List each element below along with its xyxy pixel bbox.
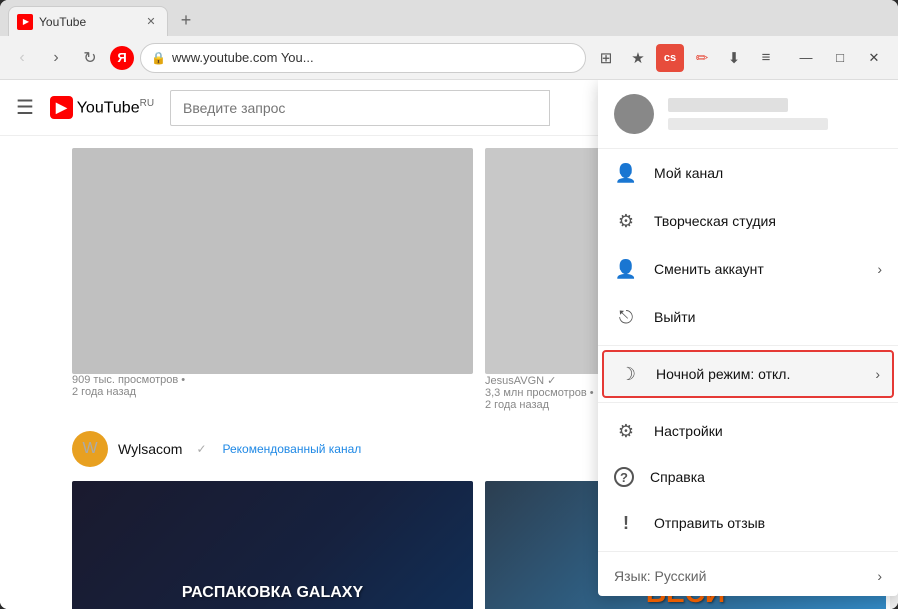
bookmark-icon[interactable]: ★ xyxy=(624,44,652,72)
language-label: Язык: Русский xyxy=(614,568,861,584)
switch-account-label: Сменить аккаунт xyxy=(654,261,861,277)
extensions-icon[interactable]: ⊞ xyxy=(592,44,620,72)
back-button[interactable]: ‹ xyxy=(8,44,36,72)
close-button[interactable]: ✕ xyxy=(858,43,890,73)
address-bar: ‹ › ↻ Я 🔒 www.youtube.com You... ⊞ ★ cs … xyxy=(0,36,898,80)
menu-icon[interactable]: ≡ xyxy=(752,44,780,72)
maximize-button[interactable]: □ xyxy=(824,43,856,73)
window-controls: — □ ✕ xyxy=(790,43,890,73)
logout-icon: ⎋ xyxy=(614,305,638,329)
refresh-button[interactable]: ↻ xyxy=(76,44,104,72)
new-tab-button[interactable]: + xyxy=(172,6,200,34)
browser-tab[interactable]: YouTube ✕ xyxy=(8,6,168,36)
my-channel-label: Мой канал xyxy=(654,165,882,181)
divider-1 xyxy=(598,345,898,346)
logout-label: Выйти xyxy=(654,309,882,325)
studio-icon: ⚙ xyxy=(614,209,638,233)
tab-bar: YouTube ✕ + xyxy=(0,0,898,36)
url-text: www.youtube.com You... xyxy=(172,50,575,65)
language-arrow: › xyxy=(877,568,882,584)
creative-studio-label: Творческая студия xyxy=(654,213,882,229)
dropdown-email xyxy=(668,118,828,130)
moon-icon: ☽ xyxy=(616,362,640,386)
settings-label: Настройки xyxy=(654,423,882,439)
pen-icon[interactable]: ✏ xyxy=(688,44,716,72)
minimize-button[interactable]: — xyxy=(790,43,822,73)
language-item[interactable]: Язык: Русский › xyxy=(598,556,898,596)
feedback-label: Отправить отзыв xyxy=(654,515,882,531)
switch-icon: 👤 xyxy=(614,257,638,281)
account-dropdown: 👤 Мой канал ⚙ Творческая студия 👤 Сменит… xyxy=(598,80,898,596)
night-mode-label: Ночной режим: откл. xyxy=(656,366,859,382)
tab-close-button[interactable]: ✕ xyxy=(143,14,159,30)
menu-item-creative-studio[interactable]: ⚙ Творческая студия xyxy=(598,197,898,245)
lastfm-icon[interactable]: cs xyxy=(656,44,684,72)
dropdown-header xyxy=(598,80,898,149)
switch-arrow: › xyxy=(877,261,882,277)
download-icon[interactable]: ⬇ xyxy=(720,44,748,72)
menu-item-settings[interactable]: ⚙ Настройки xyxy=(598,407,898,455)
browser-window: YouTube ✕ + ‹ › ↻ Я 🔒 www.youtube.com Yo… xyxy=(0,0,898,609)
url-bar[interactable]: 🔒 www.youtube.com You... xyxy=(140,43,586,73)
menu-item-feedback[interactable]: ! Отправить отзыв xyxy=(598,499,898,547)
lock-icon: 🔒 xyxy=(151,51,166,65)
menu-item-my-channel[interactable]: 👤 Мой канал xyxy=(598,149,898,197)
divider-2 xyxy=(598,402,898,403)
settings-icon: ⚙ xyxy=(614,419,638,443)
person-icon: 👤 xyxy=(614,161,638,185)
night-mode-arrow: › xyxy=(875,366,880,382)
menu-item-help[interactable]: ? Справка xyxy=(598,455,898,499)
help-icon: ? xyxy=(614,467,634,487)
forward-button[interactable]: › xyxy=(42,44,70,72)
page-content: ☰ ▶ YouTubeRU 909 тыс. прос xyxy=(0,80,898,609)
yandex-logo: Я xyxy=(110,46,134,70)
toolbar-icons: ⊞ ★ cs ✏ ⬇ ≡ xyxy=(592,44,780,72)
tab-favicon xyxy=(17,14,33,30)
dropdown-avatar xyxy=(614,94,654,134)
feedback-icon: ! xyxy=(614,511,638,535)
menu-item-night-mode[interactable]: ☽ Ночной режим: откл. › xyxy=(602,350,894,398)
menu-item-logout[interactable]: ⎋ Выйти xyxy=(598,293,898,341)
dropdown-username xyxy=(668,98,788,112)
help-label: Справка xyxy=(650,469,882,485)
dropdown-overlay: 👤 Мой канал ⚙ Творческая студия 👤 Сменит… xyxy=(0,80,898,609)
tab-title: YouTube xyxy=(39,15,137,29)
divider-3 xyxy=(598,551,898,552)
dropdown-user-info xyxy=(668,98,882,130)
menu-item-switch-account[interactable]: 👤 Сменить аккаунт › xyxy=(598,245,898,293)
